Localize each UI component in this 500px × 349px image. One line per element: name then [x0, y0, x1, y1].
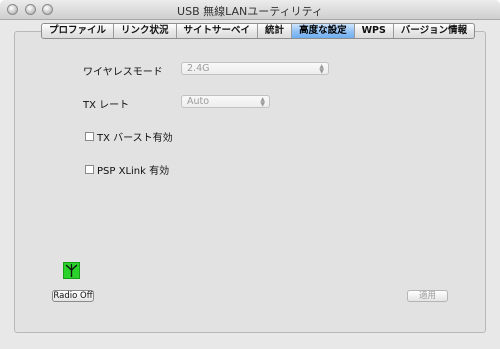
psp-xlink-option[interactable]: PSP XLink 有効 [85, 162, 169, 177]
wireless-mode-value: 2.4G [187, 63, 210, 74]
tab-site-survey[interactable]: サイトサーベイ [177, 24, 259, 38]
tab-advanced-settings[interactable]: 高度な設定 [292, 24, 355, 38]
antenna-icon [65, 264, 78, 277]
window-title: USB 無線LANユーティリティ [177, 5, 323, 18]
tx-rate-select: Auto ▲ ▼ [181, 95, 270, 108]
apply-button[interactable]: 適用 [407, 290, 448, 302]
tab-statistics[interactable]: 統計 [258, 24, 293, 38]
select-arrows-icon: ▲ ▼ [319, 63, 324, 75]
tab-profile[interactable]: プロファイル [42, 24, 115, 38]
tab-link-status[interactable]: リンク状況 [114, 24, 177, 38]
tx-burst-label: TX バースト有効 [97, 133, 173, 144]
title-bar: USB 無線LANユーティリティ [0, 0, 500, 20]
app-window: USB 無線LANユーティリティ プロファイル リンク状況 サイトサーベイ 統計… [0, 0, 500, 349]
radio-off-button[interactable]: Radio Off [52, 290, 94, 302]
tx-rate-label: TX レート [83, 100, 130, 111]
psp-xlink-checkbox[interactable] [85, 165, 94, 174]
wireless-mode-label: ワイヤレスモード [83, 67, 163, 78]
tx-burst-checkbox[interactable] [85, 132, 94, 141]
tx-rate-value: Auto [187, 96, 210, 107]
wireless-mode-select: 2.4G ▲ ▼ [181, 62, 329, 75]
tab-wps[interactable]: WPS [355, 24, 394, 38]
tab-version-info[interactable]: バージョン情報 [394, 24, 474, 38]
select-arrows-icon: ▲ ▼ [260, 96, 265, 108]
antenna-status-icon [63, 262, 80, 279]
tab-bar: プロファイル リンク状況 サイトサーベイ 統計 高度な設定 WPS バージョン情… [41, 23, 476, 39]
tx-burst-option[interactable]: TX バースト有効 [85, 129, 173, 144]
psp-xlink-label: PSP XLink 有効 [97, 166, 170, 177]
